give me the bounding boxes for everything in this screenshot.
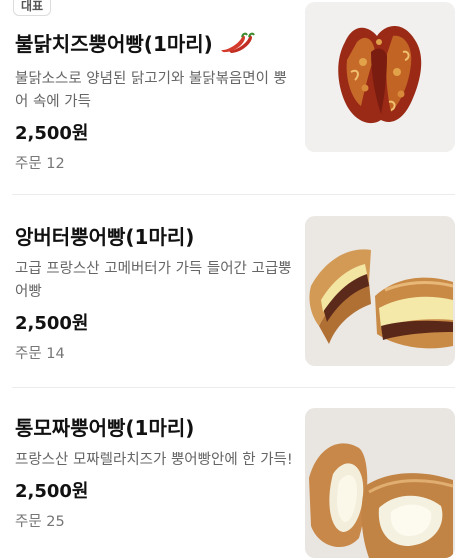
menu-item-name: 통모짜뿡어빵(1마리) [15, 416, 195, 440]
menu-item-price: 2,500원 [15, 123, 89, 144]
menu-item-name: 앙버터뿡어빵(1마리) [15, 225, 195, 249]
menu-item-info: 통모짜뿡어빵(1마리) 프랑스산 모짜렐라치즈가 뿡어빵안에 한 가득! 2,5… [15, 415, 295, 533]
menu-item-photo[interactable] [305, 2, 455, 152]
menu-item-anbutter[interactable]: 앙버터뿡어빵(1마리) 고급 프랑스산 고메버터가 가득 들어간 고급뿡어빵 2… [0, 195, 466, 388]
menu-item-price: 2,500원 [15, 313, 89, 334]
menu-item-info: 불닭치즈뿡어빵(1마리) 불닭소스로 양념된 닭고기와 불닭볶음면이 뿡어 속에… [15, 31, 295, 175]
menu-item-mozzarella[interactable]: 통모짜뿡어빵(1마리) 프랑스산 모짜렐라치즈가 뿡어빵안에 한 가득! 2,5… [0, 388, 466, 558]
menu-item-order-count: 주문 14 [15, 346, 65, 362]
menu-item-info: 앙버터뿡어빵(1마리) 고급 프랑스산 고메버터가 가득 들어간 고급뿡어빵 2… [15, 224, 295, 365]
menu-item-buldak-cheese[interactable]: 대표 불닭치즈뿡어빵(1마리) 불닭소스로 양념된 닭고기와 불닭볶음면이 뿡어… [0, 0, 466, 195]
menu-item-description: 프랑스산 모짜렐라치즈가 뿡어빵안에 한 가득! [15, 452, 293, 468]
menu-item-price: 2,500원 [15, 481, 89, 502]
menu-item-description: 고급 프랑스산 고메버터가 가득 들어간 고급뿡어빵 [15, 261, 292, 300]
menu-item-photo[interactable] [305, 216, 455, 366]
signature-badge: 대표 [13, 0, 52, 16]
menu-item-name: 불닭치즈뿡어빵(1마리) [15, 31, 295, 60]
menu-item-photo[interactable] [305, 408, 455, 558]
menu-item-order-count: 주문 25 [15, 514, 65, 530]
menu-item-order-count: 주문 12 [15, 156, 65, 172]
menu-item-description: 불닭소스로 양념된 닭고기와 불닭볶음면이 뿡어 속에 가득 [15, 71, 287, 110]
chili-pepper-icon [217, 32, 255, 60]
